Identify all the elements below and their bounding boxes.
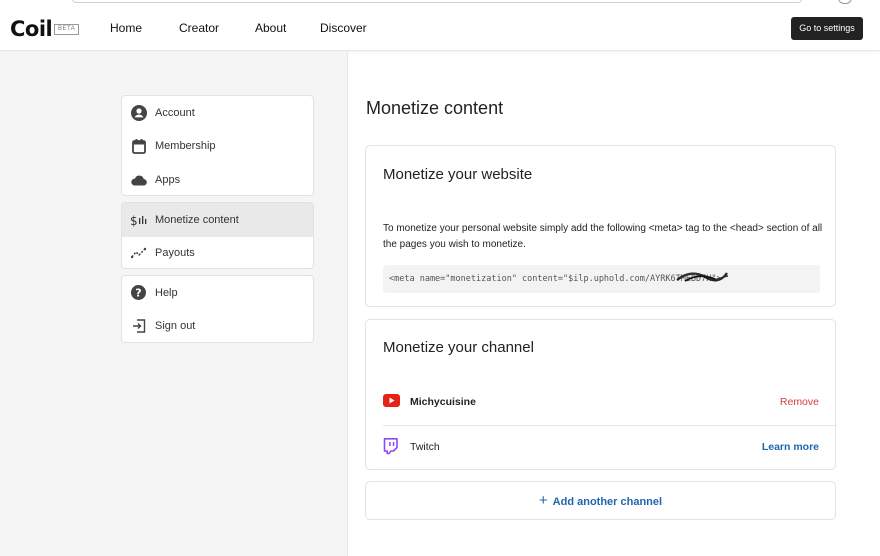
dollar-icon: $ — [130, 211, 147, 228]
meta-tag-code[interactable]: <meta name="monetization" content="$ilp.… — [383, 265, 820, 293]
learn-more-link[interactable]: Learn more — [762, 441, 819, 453]
nav-about[interactable]: About — [255, 21, 286, 35]
meta-tag-text: <meta name="monetization" content="$ilp.… — [389, 274, 722, 284]
twitch-icon — [383, 438, 398, 460]
browser-top-strip — [0, 0, 880, 7]
help-icon: ? — [130, 284, 147, 301]
plus-icon: + — [538, 492, 548, 509]
channel-name: Twitch — [410, 441, 440, 453]
top-navbar: Coil BETA Home Creator About Discover Go… — [0, 7, 880, 51]
go-to-settings-button[interactable]: Go to settings — [791, 17, 863, 40]
youtube-icon — [383, 394, 400, 412]
card-title: Monetize your channel — [383, 339, 534, 356]
sidebar-item-sign-out[interactable]: Sign out — [122, 310, 313, 343]
sidebar-item-apps[interactable]: Apps — [122, 163, 313, 195]
add-another-channel-button[interactable]: + Add another channel — [365, 481, 836, 520]
card-title: Monetize your website — [383, 166, 533, 183]
address-bar-edge — [72, 0, 802, 3]
sidebar-item-monetize-content[interactable]: $ Monetize content — [122, 203, 313, 237]
coil-logo[interactable]: Coil — [10, 17, 53, 41]
sidebar-item-label: Help — [155, 286, 178, 299]
remove-channel-link[interactable]: Remove — [780, 396, 819, 408]
sidebar-item-help[interactable]: ? Help — [122, 276, 313, 310]
sidebar-group-account: Account Membership Apps — [121, 95, 314, 196]
monetize-website-card: Monetize your website To monetize your p… — [365, 145, 836, 307]
svg-text:$: $ — [130, 214, 138, 227]
sidebar-item-label: Monetize content — [155, 213, 239, 226]
sidebar-item-payouts[interactable]: Payouts — [122, 237, 313, 269]
beta-badge: BETA — [54, 24, 80, 35]
chart-icon — [130, 245, 147, 262]
sidebar-item-account[interactable]: Account — [122, 96, 313, 130]
monetize-channel-card: Monetize your channel Michycuisine Remov… — [365, 319, 837, 470]
add-channel-label: Add another channel — [552, 496, 663, 508]
sidebar-group-help: ? Help Sign out — [121, 275, 314, 343]
nav-discover[interactable]: Discover — [320, 21, 367, 35]
redaction-scribble — [676, 272, 729, 282]
sidebar-item-label: Payouts — [155, 247, 195, 260]
sidebar-item-label: Apps — [155, 173, 181, 186]
sidebar-group-monetize: $ Monetize content Payouts — [121, 202, 314, 269]
page-title: Monetize content — [366, 98, 504, 118]
svg-text:?: ? — [135, 287, 141, 300]
nav-home[interactable]: Home — [110, 21, 142, 35]
browser-control-edge — [838, 0, 852, 4]
channel-row-twitch: Twitch Learn more — [366, 426, 835, 470]
cloud-icon — [130, 171, 147, 188]
channel-name: Michycuisine — [410, 396, 476, 408]
sidebar-item-membership[interactable]: Membership — [122, 130, 313, 164]
calendar-icon — [130, 138, 147, 155]
channel-row-youtube: Michycuisine Remove — [366, 381, 835, 425]
account-icon — [130, 104, 147, 121]
sidebar-item-label: Account — [155, 106, 195, 119]
sign-out-icon — [130, 318, 147, 335]
sidebar-item-label: Sign out — [155, 320, 196, 333]
website-description: To monetize your personal website simply… — [383, 223, 823, 250]
sidebar-item-label: Membership — [155, 140, 216, 153]
nav-creator[interactable]: Creator — [179, 21, 219, 35]
